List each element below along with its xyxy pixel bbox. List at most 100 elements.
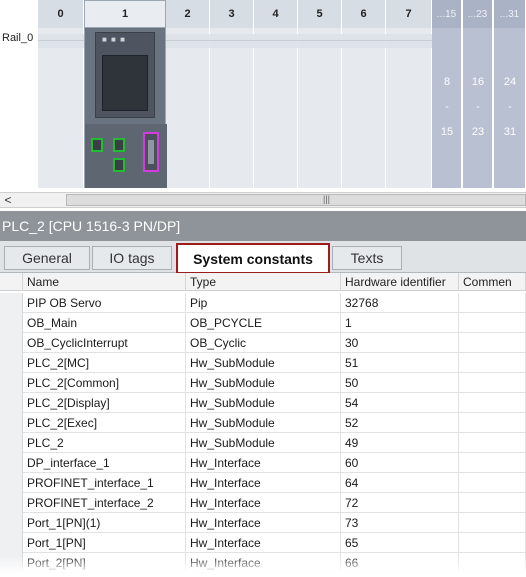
slot-header-ext-31[interactable]: ...31	[494, 0, 526, 28]
cell-type[interactable]: OB_PCYCLE	[186, 313, 341, 333]
table-row[interactable]: PLC_2[Exec] Hw_SubModule 52	[0, 413, 526, 433]
profinet-port-icon[interactable]	[113, 138, 125, 152]
cell-type[interactable]: Hw_SubModule	[186, 373, 341, 393]
cell-comment[interactable]	[459, 333, 526, 353]
column-header-comment[interactable]: Commen	[459, 273, 526, 291]
column-header-hardware-identifier[interactable]: Hardware identifier	[341, 273, 459, 291]
row-header[interactable]	[0, 533, 23, 553]
table-row[interactable]: OB_CyclicInterrupt OB_Cyclic 30	[0, 333, 526, 353]
slot-header-6[interactable]: 6	[342, 0, 386, 28]
column-header-name[interactable]: Name	[23, 273, 186, 291]
slot-header-0[interactable]: 0	[38, 0, 84, 28]
cell-name[interactable]: PLC_2[MC]	[23, 353, 186, 373]
cell-hardware-identifier[interactable]: 1	[341, 313, 459, 333]
cell-hardware-identifier[interactable]: 49	[341, 433, 459, 453]
slot-6[interactable]	[342, 28, 386, 188]
cell-comment[interactable]	[459, 533, 526, 553]
tab-io-tags[interactable]: IO tags	[92, 246, 172, 270]
row-header[interactable]	[0, 353, 23, 373]
cell-name[interactable]: PROFINET_interface_2	[23, 493, 186, 513]
slot-header-ext-23[interactable]: ...23	[463, 0, 493, 28]
cell-name[interactable]: Port_1[PN]	[23, 533, 186, 553]
slot-header-3[interactable]: 3	[210, 0, 254, 28]
cell-type[interactable]: Hw_Interface	[186, 493, 341, 513]
tab-general[interactable]: General	[4, 246, 90, 270]
cell-comment[interactable]	[459, 473, 526, 493]
cell-type[interactable]: Pip	[186, 293, 341, 313]
cell-name[interactable]: OB_CyclicInterrupt	[23, 333, 186, 353]
table-row[interactable]: Port_1[PN] Hw_Interface 65	[0, 533, 526, 553]
row-header[interactable]	[0, 453, 23, 473]
tab-system-constants[interactable]: System constants	[176, 243, 330, 274]
cell-hardware-identifier[interactable]: 60	[341, 453, 459, 473]
row-header[interactable]	[0, 293, 23, 313]
cell-comment[interactable]	[459, 493, 526, 513]
cell-name[interactable]: OB_Main	[23, 313, 186, 333]
cell-type[interactable]: Hw_SubModule	[186, 353, 341, 373]
cell-comment[interactable]	[459, 313, 526, 333]
cell-hardware-identifier[interactable]: 64	[341, 473, 459, 493]
row-header[interactable]	[0, 413, 23, 433]
cell-hardware-identifier[interactable]: 54	[341, 393, 459, 413]
column-header-type[interactable]: Type	[186, 273, 341, 291]
row-header[interactable]	[0, 493, 23, 513]
slot-3[interactable]	[210, 28, 254, 188]
table-row[interactable]: PLC_2 Hw_SubModule 49	[0, 433, 526, 453]
slot-header-ext-15[interactable]: ...15	[432, 0, 462, 28]
slot-header-2[interactable]: 2	[166, 0, 210, 28]
slot-header-7[interactable]: 7	[386, 0, 432, 28]
cell-type[interactable]: Hw_Interface	[186, 453, 341, 473]
cell-comment[interactable]	[459, 373, 526, 393]
cell-type[interactable]: Hw_Interface	[186, 533, 341, 553]
cell-type[interactable]: Hw_SubModule	[186, 433, 341, 453]
cell-name[interactable]: PLC_2[Display]	[23, 393, 186, 413]
row-header[interactable]	[0, 313, 23, 333]
cell-type[interactable]: Hw_SubModule	[186, 413, 341, 433]
row-header[interactable]	[0, 433, 23, 453]
cell-hardware-identifier[interactable]: 30	[341, 333, 459, 353]
row-header[interactable]	[0, 473, 23, 493]
cell-hardware-identifier[interactable]: 65	[341, 533, 459, 553]
row-header[interactable]	[0, 373, 23, 393]
cell-comment[interactable]	[459, 393, 526, 413]
cell-hardware-identifier[interactable]: 52	[341, 413, 459, 433]
cell-name[interactable]: PIP OB Servo	[23, 293, 186, 313]
slot-5[interactable]	[298, 28, 342, 188]
table-row[interactable]: DP_interface_1 Hw_Interface 60	[0, 453, 526, 473]
horizontal-scrollbar[interactable]: < |||	[0, 192, 526, 208]
table-row[interactable]: Port_1[PN](1) Hw_Interface 73	[0, 513, 526, 533]
profinet-port-icon[interactable]	[91, 138, 103, 152]
cell-comment[interactable]	[459, 453, 526, 473]
cell-name[interactable]: PLC_2[Common]	[23, 373, 186, 393]
table-row[interactable]: PIP OB Servo Pip 32768	[0, 293, 526, 313]
table-row[interactable]: OB_Main OB_PCYCLE 1	[0, 313, 526, 333]
cpu-module[interactable]: ■ ■ ■	[84, 28, 167, 188]
scrollbar-thumb[interactable]: |||	[66, 194, 526, 206]
table-row[interactable]: PLC_2[Common] Hw_SubModule 50	[0, 373, 526, 393]
cell-hardware-identifier[interactable]: 32768	[341, 293, 459, 313]
slot-0[interactable]	[38, 28, 84, 188]
cell-name[interactable]: PLC_2[Exec]	[23, 413, 186, 433]
cell-comment[interactable]	[459, 293, 526, 313]
cell-hardware-identifier[interactable]: 73	[341, 513, 459, 533]
cell-name[interactable]: PLC_2	[23, 433, 186, 453]
cell-comment[interactable]	[459, 513, 526, 533]
cell-type[interactable]: Hw_Interface	[186, 473, 341, 493]
cell-comment[interactable]	[459, 433, 526, 453]
cell-type[interactable]: Hw_Interface	[186, 513, 341, 533]
cell-name[interactable]: Port_1[PN](1)	[23, 513, 186, 533]
row-header[interactable]	[0, 333, 23, 353]
cell-type[interactable]: Hw_SubModule	[186, 393, 341, 413]
slot-2[interactable]	[166, 28, 210, 188]
tab-texts[interactable]: Texts	[332, 246, 402, 270]
slot-header-4[interactable]: 4	[254, 0, 298, 28]
row-header[interactable]	[0, 393, 23, 413]
row-header[interactable]	[0, 513, 23, 533]
slot-header-1[interactable]: 1	[84, 0, 166, 28]
cell-name[interactable]: PROFINET_interface_1	[23, 473, 186, 493]
scroll-left-arrow-icon[interactable]: <	[0, 193, 16, 207]
slot-4[interactable]	[254, 28, 298, 188]
cell-comment[interactable]	[459, 353, 526, 373]
slot-7[interactable]	[386, 28, 432, 188]
cell-comment[interactable]	[459, 413, 526, 433]
